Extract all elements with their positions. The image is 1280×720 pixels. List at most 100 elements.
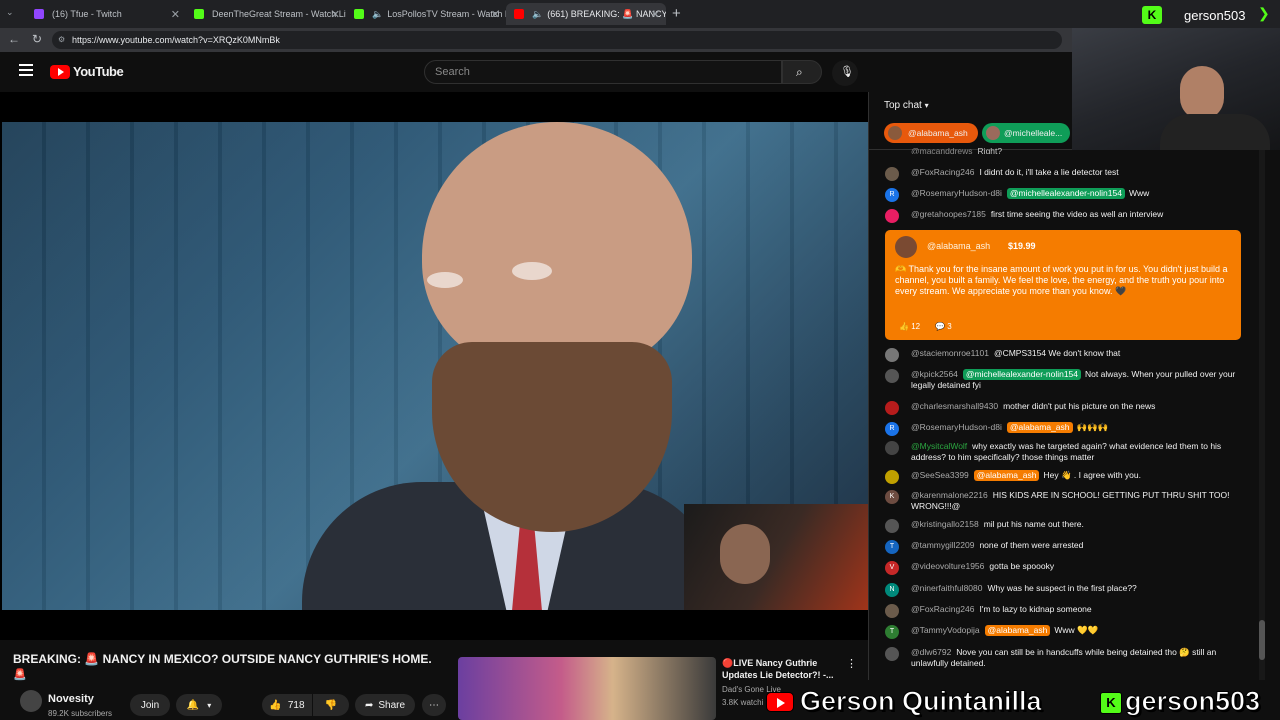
reload-icon[interactable]: ↻ <box>32 32 42 46</box>
chat-author[interactable]: @FoxRacing246 <box>911 604 974 614</box>
chat-message: @kpick2564 @michellealexander-nolin154 Not… <box>883 369 1255 391</box>
chat-author[interactable]: @TammyVodopija <box>911 625 980 635</box>
superchat-author[interactable]: @alabama_ash <box>927 241 990 251</box>
tab-label: (16) Tfue - Twitch <box>52 9 122 19</box>
chat-author[interactable]: @kpick2564 <box>911 369 958 379</box>
chat-author[interactable]: @MysitcalWolf <box>911 441 967 451</box>
back-icon[interactable]: ← <box>8 32 20 46</box>
chat-mode-selector[interactable]: Top chat ▾ <box>884 100 929 111</box>
search-icon: ⌕ <box>796 65 803 79</box>
close-icon[interactable]: ✕ <box>331 8 340 21</box>
browser-tab-bar: ⌄ (16) Tfue - Twitch ✕ DeenTheGreat Stre… <box>0 0 1280 28</box>
chat-message: N @ninerfaithful8080 Why was he suspect i… <box>883 583 1255 597</box>
chat-author[interactable]: @tammygill2209 <box>911 540 974 550</box>
join-button[interactable]: Join <box>130 694 170 716</box>
mention-chip[interactable]: @alabama_ash <box>973 470 1040 481</box>
chat-text: Www <box>1128 188 1150 198</box>
chat-message: @staciemonroe1101 @CMPS3154 We don't know… <box>883 348 1255 362</box>
mention-chip[interactable]: @michellealexander-nolin154 <box>962 369 1082 380</box>
recommended-title[interactable]: 🔴LIVE Nancy Guthrie Updates Lie Detector… <box>722 657 842 681</box>
chat-author[interactable]: @staciemonroe1101 <box>911 348 989 358</box>
streamer-face <box>720 524 770 584</box>
chat-text: none of them were arrested <box>979 540 1084 550</box>
avatar: N <box>885 583 899 597</box>
url-text: https://www.youtube.com/watch?v=XRQzK0MN… <box>72 35 280 45</box>
chat-author[interactable]: @gretahoopes7185 <box>911 209 986 219</box>
browser-tab-2[interactable]: DeenTheGreat Stream - Watch Live ✕ <box>186 3 346 25</box>
thumbs-up-icon: 👍 <box>269 699 282 711</box>
chat-author[interactable]: @dlw6792 <box>911 647 951 657</box>
avatar <box>885 209 899 223</box>
youtube-logo[interactable]: YouTube <box>50 64 124 79</box>
like-button[interactable]: 👍 718 <box>262 694 312 716</box>
chat-message: T @TammyVodopija @alabama_ash Www 💛💛 <box>883 625 1255 639</box>
youtube-play-icon <box>50 64 70 79</box>
close-icon[interactable]: ✕ <box>491 8 500 21</box>
mention-chip[interactable]: @alabama_ash <box>1006 422 1073 433</box>
share-button[interactable]: ➦ Share <box>355 694 415 716</box>
tab-label: DeenTheGreat Stream - Watch Live <box>212 9 346 19</box>
overlay-kick-name: gerson503 <box>1124 686 1261 717</box>
channel-name[interactable]: Novesity <box>48 693 94 705</box>
mention-chip[interactable]: @michellealexander-nolin154 <box>1006 188 1125 199</box>
avatar <box>885 604 899 618</box>
tab-label: LosPollosTV Stream - Watch L <box>387 9 506 19</box>
youtube-logo-icon <box>766 692 794 712</box>
chat-scrollbar[interactable] <box>1259 150 1265 680</box>
recommended-thumbnail[interactable] <box>458 657 716 720</box>
tab-label: (661) BREAKING: 🚨 NANCY IN <box>547 8 666 19</box>
more-actions-button[interactable]: ⋯ <box>422 694 446 716</box>
chat-author[interactable]: @karenmalone2216 <box>911 490 988 500</box>
chat-author[interactable]: @kristingallo2158 <box>911 519 979 529</box>
url-field[interactable]: ⚙ https://www.youtube.com/watch?v=XRQzK0… <box>52 31 1062 49</box>
chat-author[interactable]: @videovolture1956 <box>911 561 984 571</box>
chat-message: @FoxRacing246 I didnt do it, i'll take a … <box>883 167 1255 181</box>
notification-button[interactable]: 🔔 ▾ <box>176 694 222 716</box>
chat-message: @charlesmarshall9430 mother didn't put hi… <box>883 401 1255 415</box>
chat-author[interactable]: @charlesmarshall9430 <box>911 401 998 411</box>
streamer-face <box>1180 66 1224 120</box>
superchat-like-count: 12 <box>911 322 921 331</box>
kick-icon <box>354 9 364 19</box>
mention-chip[interactable]: @alabama_ash <box>984 625 1051 636</box>
chat-author[interactable]: @FoxRacing246 <box>911 167 974 177</box>
superchat-amount: $19.99 <box>1008 241 1036 251</box>
superchat-replies[interactable]: 💬 3 <box>935 322 952 331</box>
chat-text: gotta be spoooky <box>989 561 1055 571</box>
chat-author[interactable]: @RosemaryHudson-d8i <box>911 422 1002 432</box>
superchat-like[interactable]: 👍 12 <box>899 322 920 331</box>
avatar[interactable] <box>20 690 42 712</box>
pinned-ticker-1[interactable]: @alabama_ash <box>884 123 978 143</box>
youtube-header: YouTube Search ⌕ 🎙 <box>0 52 868 92</box>
chat-author[interactable]: @SeeSea3399 <box>911 470 969 480</box>
avatar <box>885 167 899 181</box>
avatar <box>895 236 917 258</box>
browser-tab-4[interactable]: 🔈 (661) BREAKING: 🚨 NANCY IN ✕ <box>506 3 666 25</box>
video-info: BREAKING: 🚨 NANCY IN MEXICO? OUTSIDE NAN… <box>0 640 868 720</box>
youtube-wordmark: YouTube <box>73 64 124 79</box>
search-input[interactable]: Search <box>424 60 782 84</box>
video-player[interactable] <box>0 92 868 640</box>
scrollbar-thumb[interactable] <box>1259 620 1265 660</box>
close-icon[interactable]: ✕ <box>171 8 180 21</box>
menu-icon[interactable] <box>19 64 33 76</box>
thumbs-down-icon: 👎 <box>324 699 338 711</box>
chat-author[interactable]: @ninerfaithful8080 <box>911 583 982 593</box>
site-info-icon[interactable]: ⚙ <box>58 31 65 49</box>
dislike-button[interactable]: 👎 <box>313 694 349 716</box>
chevron-down-icon: ▾ <box>924 101 929 110</box>
chat-author[interactable]: @macanddrews <box>911 146 973 154</box>
recommended-more-icon[interactable]: ⋮ <box>846 657 857 670</box>
browser-tab-3[interactable]: 🔈 LosPollosTV Stream - Watch L ✕ <box>346 3 506 25</box>
close-icon[interactable]: ✕ <box>651 8 660 21</box>
browser-tab-1[interactable]: (16) Tfue - Twitch ✕ <box>26 3 186 25</box>
pinned-ticker-2[interactable]: @michelleale... <box>982 123 1070 143</box>
tab-search-icon[interactable]: ⌄ <box>6 7 20 21</box>
more-icon: ⋯ <box>429 699 439 711</box>
new-tab-button[interactable]: + <box>672 5 681 22</box>
search-button[interactable]: ⌕ <box>782 60 822 84</box>
twitch-icon <box>34 9 44 19</box>
voice-search-button[interactable]: 🎙 <box>832 60 858 86</box>
chat-author[interactable]: @RosemaryHudson-d8i <box>911 188 1002 198</box>
avatar: T <box>885 625 899 639</box>
